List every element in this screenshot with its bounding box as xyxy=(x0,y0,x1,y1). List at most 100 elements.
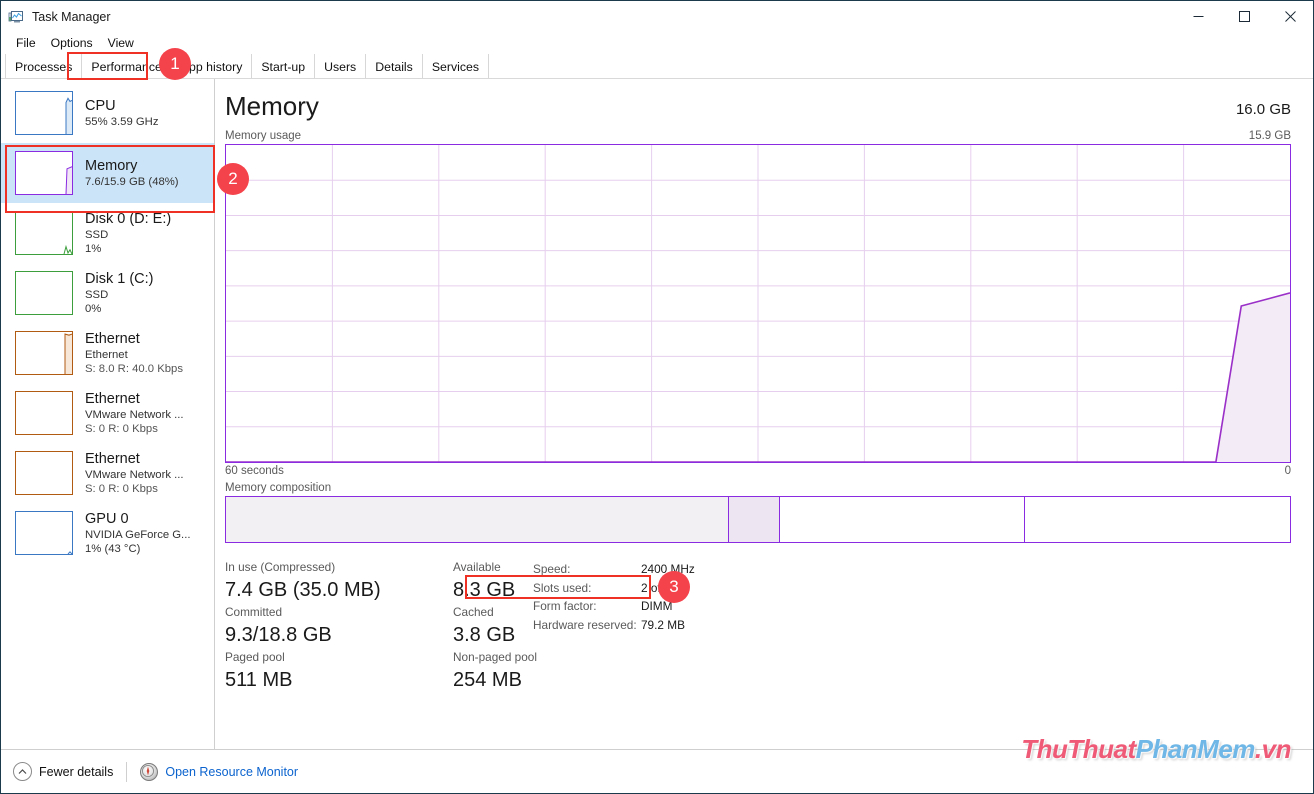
sidebar-item-gpu-0[interactable]: GPU 0 NVIDIA GeForce G... 1% (43 °C) xyxy=(1,503,214,563)
sidebar-item-disk-0[interactable]: Disk 0 (D: E:) SSD 1% xyxy=(1,203,214,263)
sidebar-item-sub1: VMware Network ... xyxy=(85,408,184,421)
sidebar-item-sub1: SSD xyxy=(85,228,109,241)
sidebar-item-label: CPU xyxy=(85,97,116,114)
stat-caption: Non-paged pool xyxy=(453,650,537,664)
fewer-details-label: Fewer details xyxy=(39,764,114,779)
tab-processes[interactable]: Processes xyxy=(5,54,83,78)
sidebar-item-sub1: 55% 3.59 GHz xyxy=(85,115,159,128)
menu-item-view[interactable]: View xyxy=(101,34,141,52)
stat-caption: Paged pool xyxy=(225,650,285,664)
resource-monitor-icon xyxy=(140,762,159,781)
sidebar-item-sub1: NVIDIA GeForce G... xyxy=(85,528,191,541)
stat-caption: In use (Compressed) xyxy=(225,560,336,574)
chevron-up-icon xyxy=(13,762,32,781)
sidebar-item-label: Memory xyxy=(85,157,138,174)
tab-users[interactable]: Users xyxy=(315,54,367,78)
stats-column-mid: Available 8.3 GB Cached 3.8 GB Non-paged… xyxy=(453,559,537,694)
stat-in-use: In use (Compressed) 7.4 GB (35.0 MB) xyxy=(225,559,381,604)
sidebar-item-sub2: S: 0 R: 0 Kbps xyxy=(85,422,158,435)
stat-value: 511 MB xyxy=(225,669,293,691)
memory-stats: In use (Compressed) 7.4 GB (35.0 MB) Com… xyxy=(225,559,1291,694)
minimize-button[interactable] xyxy=(1175,1,1221,32)
stat-value: 7.4 GB (35.0 MB) xyxy=(225,579,381,601)
memory-total: 16.0 GB xyxy=(1235,101,1291,118)
composition-in-use xyxy=(226,497,729,542)
menu-item-options[interactable]: Options xyxy=(44,34,100,52)
stat-caption: Cached xyxy=(453,605,494,619)
stat-key: Hardware reserved: xyxy=(533,617,637,632)
maximize-button[interactable] xyxy=(1221,1,1267,32)
sidebar-item-sub2: S: 8.0 R: 40.0 Kbps xyxy=(85,362,183,375)
menu-item-file[interactable]: File xyxy=(9,34,43,52)
disk0-mini-graph xyxy=(15,211,73,255)
stat-key: Speed: xyxy=(533,562,571,576)
stat-key: Form factor: xyxy=(533,599,597,613)
annotation-badge-3: 3 xyxy=(658,571,690,603)
close-button[interactable] xyxy=(1267,1,1313,32)
stat-committed: Committed 9.3/18.8 GB xyxy=(225,604,332,649)
composition-standby xyxy=(779,497,1024,542)
sidebar-item-label: Ethernet xyxy=(85,330,140,347)
stat-value: 79.2 MB xyxy=(641,617,685,632)
memory-composition-bar[interactable] xyxy=(225,496,1291,543)
menu-bar: File Options View xyxy=(1,32,1313,54)
sidebar-item-ethernet-1[interactable]: Ethernet Ethernet S: 8.0 R: 40.0 Kbps xyxy=(1,323,214,383)
stat-available: Available 8.3 GB xyxy=(453,559,523,604)
status-separator xyxy=(126,761,128,782)
open-resource-monitor-link[interactable]: Open Resource Monitor xyxy=(140,762,299,781)
memory-panel: Memory 16.0 GB Memory usage 15.9 GB 60 s… xyxy=(215,79,1313,773)
graph-max-label: 15.9 GB xyxy=(1248,130,1291,142)
stat-value: 9.3/18.8 GB xyxy=(225,624,332,646)
sidebar-item-sub1: 7.6/15.9 GB (48%) xyxy=(85,175,179,188)
memory-mini-graph xyxy=(15,151,73,195)
sidebar-item-ethernet-2[interactable]: Ethernet VMware Network ... S: 0 R: 0 Kb… xyxy=(1,383,214,443)
watermark-part2: PhanMem xyxy=(1135,734,1256,764)
sidebar-item-label: Ethernet xyxy=(85,450,140,467)
stat-key: Slots used: xyxy=(533,580,592,595)
watermark: ThuThuatPhanMem.vn xyxy=(1021,734,1291,765)
resource-monitor-label: Open Resource Monitor xyxy=(165,764,299,779)
tab-services[interactable]: Services xyxy=(422,54,489,78)
tab-strip: Processes Performance App history Start-… xyxy=(1,54,1313,79)
graph-label: Memory usage xyxy=(225,130,302,142)
fewer-details-button[interactable]: Fewer details xyxy=(13,762,113,781)
watermark-part3: .vn xyxy=(1254,734,1292,764)
stat-value: 254 MB xyxy=(453,669,522,691)
annotation-badge-2: 2 xyxy=(217,163,249,195)
stat-value: 3.8 GB xyxy=(453,624,516,646)
sidebar-item-memory[interactable]: Memory 7.6/15.9 GB (48%) xyxy=(1,143,214,203)
disk1-mini-graph xyxy=(15,271,73,315)
sidebar-item-sub2: 0% xyxy=(85,302,102,315)
sidebar-item-label: Disk 0 (D: E:) xyxy=(85,210,172,227)
sidebar-item-sub2: 1% (43 °C) xyxy=(85,542,141,555)
ethernet3-mini-graph xyxy=(15,451,73,495)
memory-usage-plot xyxy=(226,145,1290,462)
graph-header: Memory usage 15.9 GB xyxy=(225,130,1291,142)
annotation-badge-1: 1 xyxy=(159,48,191,80)
tab-start-up[interactable]: Start-up xyxy=(252,54,316,78)
sidebar-item-ethernet-3[interactable]: Ethernet VMware Network ... S: 0 R: 0 Kb… xyxy=(1,443,214,503)
stat-caption: Available xyxy=(453,560,501,574)
sidebar-item-sub1: SSD xyxy=(85,288,109,301)
window-controls xyxy=(1175,1,1313,32)
sidebar-item-label: GPU 0 xyxy=(85,510,129,527)
sidebar-item-cpu[interactable]: CPU 55% 3.59 GHz xyxy=(1,83,214,143)
stat-caption: Committed xyxy=(225,605,283,619)
sidebar-item-disk-1[interactable]: Disk 1 (C:) SSD 0% xyxy=(1,263,214,323)
task-manager-window: Task Manager File Options View Processes… xyxy=(0,0,1314,794)
graph-time-right: 0 xyxy=(1284,465,1291,477)
window-title: Task Manager xyxy=(32,9,111,24)
gpu0-mini-graph xyxy=(15,511,73,555)
composition-modified xyxy=(728,497,780,542)
cpu-mini-graph xyxy=(15,91,73,135)
memory-usage-graph[interactable] xyxy=(225,144,1291,463)
stats-column-left: In use (Compressed) 7.4 GB (35.0 MB) Com… xyxy=(225,559,453,694)
content-area: CPU 55% 3.59 GHz Memory 7.6/15.9 GB (48%… xyxy=(1,79,1313,773)
title-bar: Task Manager xyxy=(1,1,1313,32)
tab-details[interactable]: Details xyxy=(366,54,423,78)
sidebar-item-sub2: S: 0 R: 0 Kbps xyxy=(85,482,158,495)
sidebar-item-label: Disk 1 (C:) xyxy=(85,270,154,287)
ethernet2-mini-graph xyxy=(15,391,73,435)
watermark-part1: ThuThuat xyxy=(1021,734,1136,764)
stat-non-paged-pool: Non-paged pool 254 MB xyxy=(453,649,537,694)
